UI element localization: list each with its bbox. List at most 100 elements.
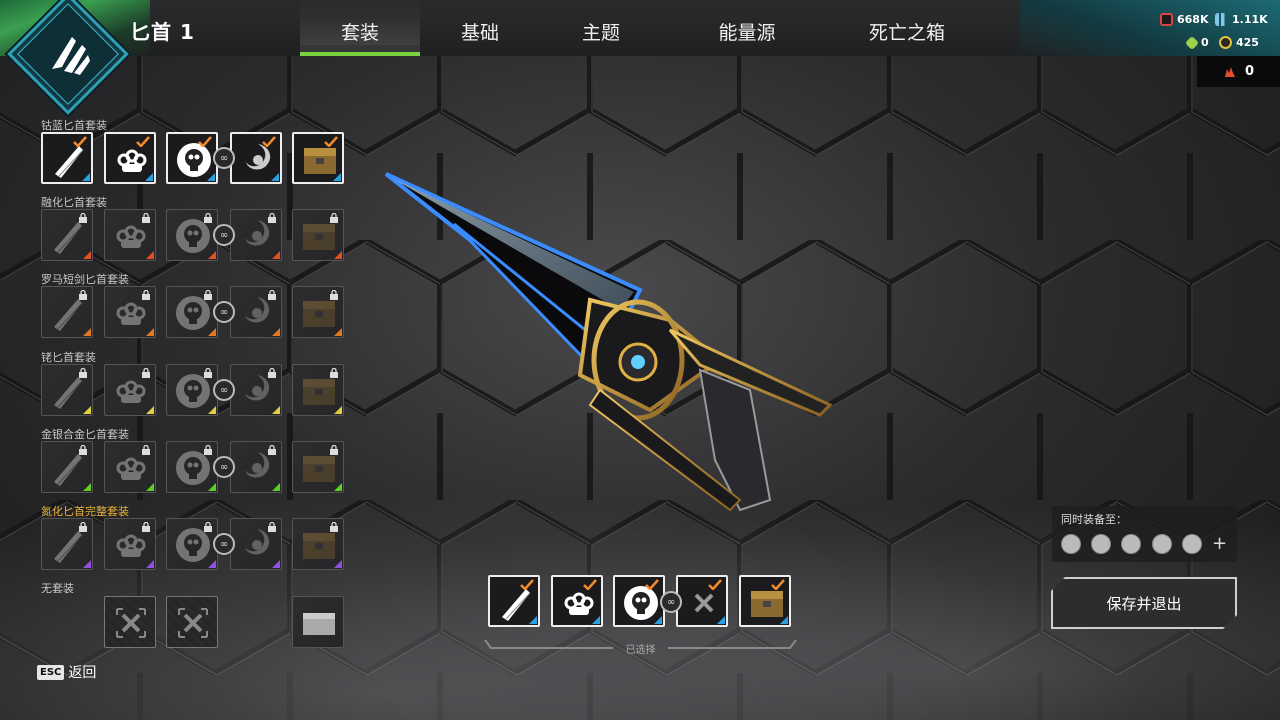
lock-icon — [142, 290, 150, 300]
tracker-tile[interactable] — [166, 364, 218, 416]
weapon-title: 匕首 1 — [130, 20, 195, 44]
set-label-rhodium: 铑匕首套装 — [41, 351, 96, 364]
rarity-corner — [207, 173, 215, 181]
lock-icon — [330, 522, 338, 532]
skin-tile[interactable] — [41, 286, 93, 338]
deathbox-tile[interactable] — [292, 518, 344, 570]
charm-tile[interactable] — [104, 209, 156, 261]
set-label-electrum: 金银合金匕首套装 — [41, 428, 129, 441]
rarity-corner — [83, 251, 91, 259]
selected-tracker-tile[interactable] — [613, 575, 665, 627]
tab-theme[interactable]: 主题 — [551, 18, 651, 45]
deathbox-tile[interactable] — [292, 209, 344, 261]
skin-tile[interactable] — [41, 441, 93, 493]
skin-tile[interactable] — [41, 518, 93, 570]
frame-tile[interactable] — [230, 132, 282, 184]
check-icon — [771, 579, 785, 590]
rarity-corner — [146, 560, 154, 568]
selected-frame-tile[interactable] — [676, 575, 728, 627]
rarity-corner — [717, 616, 725, 624]
check-icon — [324, 136, 338, 147]
rarity-corner — [272, 406, 280, 414]
charm-tile[interactable] — [104, 518, 156, 570]
frame-tile[interactable] — [230, 441, 282, 493]
empty-slot-tile[interactable] — [104, 596, 156, 648]
lock-icon — [79, 522, 87, 532]
link-icon: ∞ — [213, 379, 235, 401]
charm-tile[interactable] — [104, 286, 156, 338]
link-icon: ∞ — [213, 147, 235, 169]
add-legend-icon[interactable]: + — [1212, 533, 1227, 554]
tracker-tile[interactable] — [166, 441, 218, 493]
skin-tile[interactable] — [41, 132, 93, 184]
apex-coins: 1.11K — [1215, 13, 1268, 26]
lock-icon — [330, 368, 338, 378]
tracker-tile[interactable] — [166, 132, 218, 184]
tab-skins[interactable]: 套装 — [300, 18, 420, 45]
rarity-corner — [208, 328, 216, 336]
tracker-tile[interactable] — [166, 209, 218, 261]
check-icon — [262, 136, 276, 147]
set-label-cobalt: 钴蓝匕首套装 — [41, 119, 107, 132]
selected-deathbox-tile[interactable] — [739, 575, 791, 627]
deathbox-tile[interactable] — [292, 132, 344, 184]
rarity-corner — [334, 328, 342, 336]
charm-tile[interactable] — [104, 441, 156, 493]
tracker-tile[interactable] — [166, 286, 218, 338]
back-button[interactable]: ESC 返回 — [37, 662, 96, 682]
heirloom-shards-value: 425 — [1236, 36, 1259, 49]
legend-face-icon[interactable] — [1182, 534, 1202, 554]
esc-key-icon: ESC — [37, 664, 65, 680]
selected-charm-tile[interactable] — [551, 575, 603, 627]
rarity-corner — [272, 328, 280, 336]
charm-tile[interactable] — [104, 364, 156, 416]
frame-tile[interactable] — [230, 286, 282, 338]
set-label-none: 无套装 — [41, 582, 74, 595]
tab-base[interactable]: 基础 — [430, 18, 530, 45]
legend-tokens-value: 668K — [1177, 13, 1209, 26]
deathbox-tile[interactable] — [292, 364, 344, 416]
check-icon — [73, 136, 87, 147]
rarity-corner — [272, 251, 280, 259]
legend-face-icon[interactable] — [1152, 534, 1172, 554]
legend-face-icon[interactable] — [1061, 534, 1081, 554]
lock-icon — [142, 522, 150, 532]
legend-face-icon[interactable] — [1091, 534, 1111, 554]
frame-tile[interactable] — [230, 209, 282, 261]
rarity-corner — [272, 560, 280, 568]
lock-icon — [330, 213, 338, 223]
frame-tile[interactable] — [230, 364, 282, 416]
rarity-corner — [208, 251, 216, 259]
rarity-corner — [83, 483, 91, 491]
selected-skin-tile[interactable] — [488, 575, 540, 627]
check-icon — [708, 579, 722, 590]
gem-icon — [1184, 35, 1200, 50]
rarity-corner — [208, 406, 216, 414]
frame-tile[interactable] — [230, 518, 282, 570]
back-label: 返回 — [68, 665, 97, 681]
tab-death-box[interactable]: 死亡之箱 — [852, 18, 962, 45]
default-deathbox-tile[interactable] — [292, 596, 344, 648]
lock-icon — [79, 368, 87, 378]
deathbox-tile[interactable] — [292, 441, 344, 493]
rarity-corner — [529, 616, 537, 624]
rarity-corner — [82, 173, 90, 181]
skin-tile[interactable] — [41, 364, 93, 416]
empty-slot-tile[interactable] — [166, 596, 218, 648]
lock-icon — [330, 445, 338, 455]
lock-icon — [268, 213, 276, 223]
tracker-tile[interactable] — [166, 518, 218, 570]
legend-face-icon[interactable] — [1121, 534, 1141, 554]
save-and-exit-button[interactable]: 保存并退出 — [1051, 577, 1237, 629]
rarity-corner — [146, 251, 154, 259]
heirloom-shard-icon — [1219, 36, 1232, 49]
lock-icon — [79, 445, 87, 455]
heirloom-logo-icon — [52, 37, 90, 75]
tab-power-source[interactable]: 能量源 — [697, 18, 797, 45]
deathbox-tile[interactable] — [292, 286, 344, 338]
heirloom-shards: 425 — [1219, 36, 1259, 49]
rarity-corner — [83, 560, 91, 568]
skin-tile[interactable] — [41, 209, 93, 261]
charm-tile[interactable] — [104, 132, 156, 184]
apex-coins-value: 1.11K — [1232, 13, 1268, 26]
